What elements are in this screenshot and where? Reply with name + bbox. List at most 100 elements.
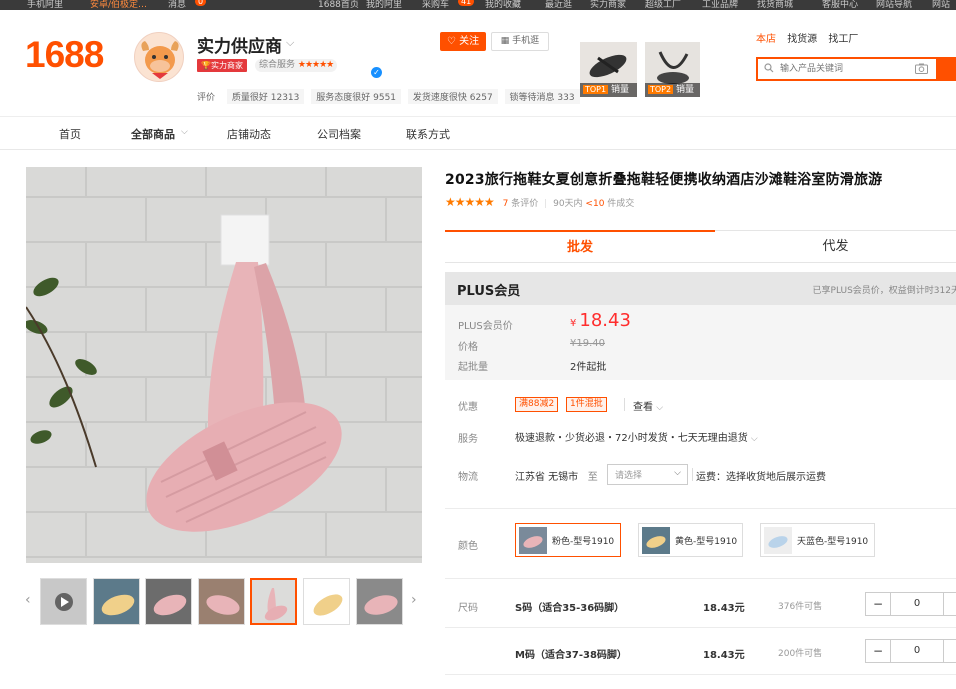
decrement-button[interactable]: −	[866, 640, 890, 662]
nav-contact[interactable]: 联系方式	[406, 126, 450, 142]
size-name: M码（适合37-38码脚）	[515, 650, 627, 661]
nav-company-profile[interactable]: 公司档案	[317, 126, 361, 142]
destination-select[interactable]: 请选择 ⌵	[607, 464, 688, 485]
review-count[interactable]: 7	[503, 199, 509, 209]
search-box	[756, 57, 936, 81]
follow-button[interactable]: ♡ 关注	[440, 32, 486, 51]
video-thumb	[41, 579, 86, 624]
color-option-label: 粉色-型号1910	[552, 537, 615, 547]
chevron-down-icon[interactable]: ⌵	[286, 36, 294, 50]
thumbnail-2[interactable]	[93, 578, 140, 625]
plus-header: PLUS会员 已享PLUS会员价，权益倒计时312天	[445, 272, 956, 305]
topbar-brand-link[interactable]: 工业品牌	[702, 0, 738, 10]
top-product-2[interactable]: TOP2 销量	[645, 42, 700, 97]
top-bar: 手机阿里 安卓/伯极定… 消息 0 1688首页 我的阿里 采购车 41 我的收…	[0, 0, 956, 10]
shop-avatar[interactable]	[134, 32, 184, 82]
service-text[interactable]: 极速退款・少货必退・72小时发货・七天无理由退货 ⌵	[515, 429, 758, 444]
decrement-button[interactable]: −	[866, 593, 890, 615]
mobile-view-button[interactable]: ▦ 手机逛	[491, 32, 549, 51]
rating-service: 服务态度很好 9551	[311, 89, 402, 104]
slipper-thumb	[199, 579, 244, 624]
color-option-label: 天蓝色-型号1910	[797, 537, 869, 547]
service-label: 服务	[458, 434, 478, 445]
nav-shop-news[interactable]: 店铺动态	[227, 126, 271, 142]
thumbnail-3[interactable]	[145, 578, 192, 625]
topbar-service-link[interactable]: 客服中心	[822, 0, 858, 10]
topbar-recent-link[interactable]: 最近逛	[545, 0, 572, 10]
quantity-input[interactable]: 0	[890, 593, 944, 615]
topbar-cart-link[interactable]: 采购车	[422, 0, 449, 10]
product-title: 2023旅行拖鞋女夏创意折叠拖鞋轻便携收纳酒店沙滩鞋浴室防滑旅游	[445, 172, 883, 188]
topbar-favorites-link[interactable]: 我的收藏	[485, 0, 521, 10]
search-button[interactable]	[936, 57, 956, 81]
chevron-down-icon[interactable]: ⌵	[181, 127, 188, 137]
slipper-thumb	[252, 580, 295, 623]
search-tab-factory[interactable]: 找工厂	[828, 34, 858, 45]
divider	[692, 468, 693, 481]
coupon-tag[interactable]: 1件混批	[566, 397, 607, 412]
top-rank: TOP1	[583, 85, 609, 94]
quantity-stepper: − 0	[865, 592, 956, 616]
color-option-skyblue[interactable]: 天蓝色-型号1910	[760, 523, 875, 557]
search-icon	[764, 63, 774, 73]
top-label: 销量	[610, 85, 629, 95]
thumbnail-4[interactable]	[198, 578, 245, 625]
topbar-site-link[interactable]: 网站	[932, 0, 950, 10]
color-option-yellow[interactable]: 黄色-型号1910	[638, 523, 743, 557]
thumbnail-7[interactable]	[356, 578, 403, 625]
thumbnail-6[interactable]	[303, 578, 350, 625]
coupon-tag[interactable]: 满88减2	[515, 397, 559, 412]
nav-all-products[interactable]: 全部商品	[131, 126, 175, 142]
chevron-left-icon[interactable]: ‹	[25, 592, 31, 608]
search-tab-store[interactable]: 本店	[756, 34, 776, 45]
topbar-strong-merchant-link[interactable]: 实力商家	[590, 0, 626, 10]
topbar-sitemap-link[interactable]: 网站导航	[876, 0, 912, 10]
plus-price: ¥18.43	[570, 310, 631, 331]
message-badge: 0	[195, 0, 207, 6]
tab-wholesale[interactable]: 批发	[445, 230, 715, 263]
topbar-mobile-link[interactable]: 手机阿里	[27, 0, 63, 10]
color-option-pink[interactable]: 粉色-型号1910	[515, 523, 621, 557]
ratings-label: 评价	[197, 93, 216, 103]
site-logo[interactable]: 1688	[25, 34, 104, 76]
topbar-app-link[interactable]: 安卓/伯极定…	[90, 0, 147, 10]
badge-label: 实力商家	[210, 61, 243, 70]
tab-dropship[interactable]: 代发	[715, 231, 956, 262]
nav-home[interactable]: 首页	[59, 126, 81, 142]
orig-price: ¥19.40	[570, 338, 605, 349]
thumbnail-5-selected[interactable]	[250, 578, 297, 625]
chevron-right-icon[interactable]: ›	[411, 592, 417, 608]
search-input[interactable]	[780, 59, 930, 79]
ship-to-label: 至	[587, 472, 598, 483]
service-value: 极速退款・少货必退・72小时发货・七天无理由退货	[515, 433, 748, 444]
qr-icon: ▦	[500, 36, 513, 46]
topbar-my-alibaba-link[interactable]: 我的阿里	[366, 0, 402, 10]
badge-icon: 🏆	[201, 61, 211, 70]
top-product-1[interactable]: TOP1 销量	[580, 42, 637, 97]
color-option-label: 黄色-型号1910	[675, 537, 738, 547]
shop-header: 1688 实力供应商 ⌵ 🏆实力商家 综合服务 ★★★★★ ✓ ♡ 关注 ▦ 手…	[0, 10, 956, 117]
top-product-caption: TOP1 销量	[580, 83, 637, 97]
color-label: 颜色	[458, 541, 478, 552]
mobile-label: 手机逛	[512, 36, 540, 46]
product-main-image[interactable]	[26, 167, 422, 563]
size-stock: 200件可售	[778, 649, 823, 659]
service-rating-badge: 综合服务 ★★★★★	[255, 59, 338, 72]
orig-price-label: 价格	[458, 342, 478, 353]
rating-stars: ★★★★★	[445, 195, 495, 209]
shop-name[interactable]: 实力供应商	[197, 32, 282, 57]
topbar-factory-link[interactable]: 超级工厂	[645, 0, 681, 10]
offers-label: 优惠	[458, 402, 478, 413]
purchase-tabs: 批发 代发	[445, 230, 956, 263]
currency-symbol: ¥	[570, 318, 577, 329]
view-offers-link[interactable]: 查看 ⌵	[633, 398, 663, 413]
quantity-input[interactable]: 0	[890, 640, 944, 662]
topbar-mall-link[interactable]: 找货商城	[757, 0, 793, 10]
thumbnail-video[interactable]	[40, 578, 87, 625]
logistics-label: 物流	[458, 472, 478, 483]
camera-icon[interactable]	[915, 63, 928, 74]
topbar-home-link[interactable]: 1688首页	[318, 0, 359, 10]
sales-suffix: 件成交	[607, 199, 635, 209]
topbar-message-link[interactable]: 消息	[168, 0, 186, 10]
search-tab-source[interactable]: 找货源	[787, 34, 817, 45]
